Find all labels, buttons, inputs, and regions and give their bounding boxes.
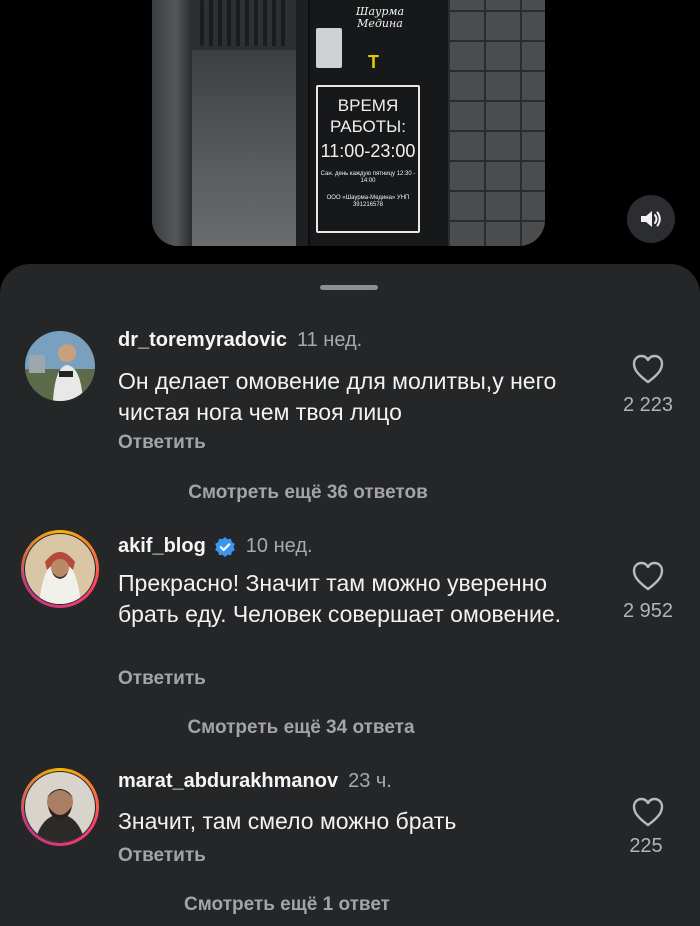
username[interactable]: akif_blog	[118, 535, 206, 558]
reply-button[interactable]: Ответить	[118, 432, 206, 454]
comment-text: Прекрасно! Значит там можно уверенно бра…	[118, 570, 562, 627]
view-more-replies-button[interactable]: Смотреть ещё 34 ответа	[0, 717, 651, 739]
reply-button[interactable]: Ответить	[118, 845, 206, 867]
comment-text: Он делает омовение для молитвы,у него чи…	[118, 368, 557, 425]
username[interactable]: marat_abdurakhmanov	[118, 770, 338, 793]
opening-hours-sign: ВРЕМЯ РАБОТЫ: 11:00-23:00 Сан. день кажд…	[316, 85, 420, 233]
like-count: 225	[629, 835, 663, 857]
door-left-panel	[152, 0, 192, 246]
reel-comments-screen: Шаурма Медина T ВРЕМЯ РАБОТЫ: 11:00-23:0…	[0, 0, 700, 926]
avatar[interactable]	[25, 772, 95, 842]
organization-info: ООО «Шаурма-Медина» УНП 391216578	[326, 195, 410, 208]
username[interactable]: dr_toremyradovic	[118, 329, 287, 352]
verified-badge-icon	[214, 536, 236, 558]
sign-accent: T	[368, 52, 379, 72]
shop-sign-panel: Шаурма Медина T ВРЕМЯ РАБОТЫ: 11:00-23:0…	[308, 0, 448, 246]
sheet-grab-handle[interactable]	[320, 285, 378, 290]
view-more-replies-button[interactable]: Смотреть ещё 1 ответ	[0, 894, 637, 916]
avatar[interactable]	[25, 534, 95, 604]
sanitary-day-note: Сан. день каждую пятницу 12:30 - 14:00	[320, 171, 416, 184]
hours-title: ВРЕМЯ РАБОТЫ:	[330, 96, 406, 136]
door-vent	[200, 0, 288, 46]
comment-header: akif_blog 10 нед.	[118, 535, 313, 558]
avatar-photo	[25, 534, 95, 604]
view-more-label: Смотреть ещё 34 ответа	[187, 717, 415, 738]
comment-time: 11 нед.	[296, 329, 363, 351]
comment-text: Значит, там смело можно брать	[118, 808, 457, 834]
door-inner	[192, 50, 296, 246]
video-preview[interactable]: Шаурма Медина T ВРЕМЯ РАБОТЫ: 11:00-23:0…	[152, 0, 545, 246]
like-count: 2 952	[622, 600, 674, 622]
mute-button[interactable]	[627, 195, 675, 243]
heart-icon[interactable]	[631, 353, 665, 385]
avatar[interactable]	[25, 331, 95, 401]
comment-time: 23 ч.	[348, 770, 392, 792]
like-count: 2 223	[622, 394, 674, 416]
heart-icon[interactable]	[631, 796, 665, 828]
hours-time: 11:00-23:00	[320, 141, 416, 161]
view-more-replies-button[interactable]: Смотреть ещё 36 ответов	[0, 482, 658, 504]
avatar-photo	[25, 331, 95, 401]
avatar-photo	[25, 772, 95, 842]
view-more-label: Смотреть ещё 1 ответ	[184, 894, 390, 915]
comment-header: marat_abdurakhmanov 23 ч.	[118, 770, 392, 793]
reply-button[interactable]: Ответить	[118, 668, 206, 690]
shop-logo: Шаурма Медина	[355, 5, 405, 30]
brick-wall	[448, 0, 545, 246]
view-more-label: Смотреть ещё 36 ответов	[188, 482, 428, 503]
speaker-muted-icon	[641, 211, 661, 227]
comment-header: dr_toremyradovic 11 нед.	[118, 329, 362, 352]
heart-icon[interactable]	[631, 560, 665, 592]
comment-time: 10 нед.	[245, 535, 313, 557]
door-frame	[296, 0, 308, 246]
payment-stickers	[316, 28, 342, 68]
